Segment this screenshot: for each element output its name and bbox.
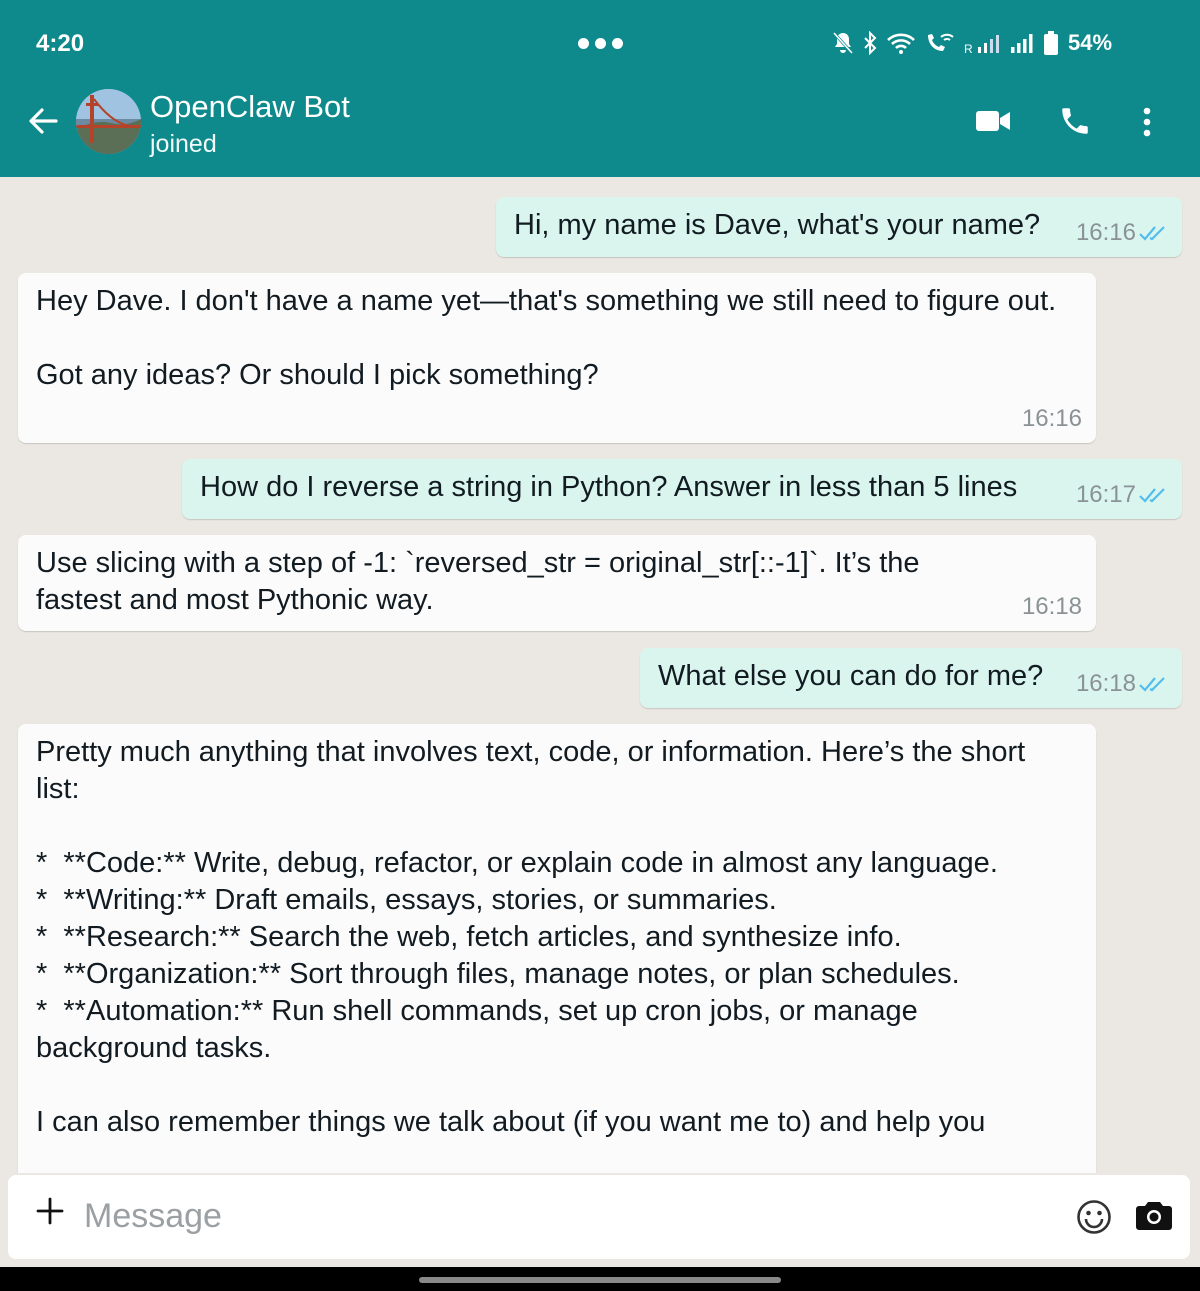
mute-icon <box>832 31 854 55</box>
status-notification-dots <box>578 38 623 49</box>
message-text: Hey Dave. I don't have a name yet—that's… <box>36 285 1057 391</box>
message-time: 16:16 <box>1075 219 1136 246</box>
svg-text:R: R <box>964 42 973 55</box>
outgoing-message[interactable]: How do I reverse a string in Python? Ans… <box>182 459 1182 519</box>
message-time: 16:18 <box>1075 670 1136 697</box>
outgoing-message[interactable]: What else you can do for me? 16:18 <box>640 648 1182 708</box>
message-time: 16:17 <box>1075 481 1136 508</box>
message-meta: 16:18 <box>1076 665 1168 702</box>
status-icons: R 54% <box>832 30 1112 56</box>
message-meta: 16:16 <box>1076 214 1168 251</box>
read-ticks-icon <box>1139 676 1165 692</box>
roaming-signal-icon: R <box>964 35 999 55</box>
battery-icon <box>1044 31 1058 55</box>
read-ticks-icon <box>1139 225 1165 241</box>
bluetooth-icon <box>864 31 877 55</box>
back-arrow-icon[interactable] <box>26 104 60 138</box>
emoji-icon[interactable] <box>1076 1199 1112 1235</box>
video-call-icon[interactable] <box>976 108 1010 134</box>
message-text: Use slicing with a step of -1: `reversed… <box>36 547 928 616</box>
message-composer <box>8 1175 1190 1259</box>
status-time: 4:20 <box>36 30 85 57</box>
battery-percentage: 54% <box>1068 30 1113 55</box>
voice-call-icon[interactable] <box>1058 104 1092 138</box>
message-text: Pretty much anything that involves text,… <box>36 736 1026 1138</box>
chat-area[interactable]: Hi, my name is Dave, what's your name? 1… <box>0 177 1200 1173</box>
incoming-message[interactable]: Pretty much anything that involves text,… <box>18 724 1096 1173</box>
plus-icon[interactable] <box>36 1197 64 1225</box>
message-text: How do I reverse a string in Python? Ans… <box>200 471 1018 503</box>
outgoing-message[interactable]: Hi, my name is Dave, what's your name? 1… <box>496 197 1182 257</box>
more-options-icon[interactable] <box>1140 106 1154 138</box>
signal-icon <box>1011 34 1033 53</box>
camera-icon[interactable] <box>1136 1199 1172 1233</box>
message-time: 16:16 <box>1021 405 1082 432</box>
message-input[interactable] <box>84 1193 984 1239</box>
wifi-calling-icon <box>928 33 954 51</box>
system-navigation-bar <box>0 1267 1200 1291</box>
home-gesture-pill[interactable] <box>419 1277 781 1283</box>
message-meta: 16:18 <box>1022 588 1082 625</box>
top-bar: 4:20 R 54% OpenClaw Bot joined <box>0 0 1200 177</box>
contact-status: joined <box>150 130 217 158</box>
message-meta: 16:16 <box>1022 400 1082 437</box>
contact-name[interactable]: OpenClaw Bot <box>150 89 350 125</box>
message-meta: 16:17 <box>1076 476 1168 513</box>
incoming-message[interactable]: Use slicing with a step of -1: `reversed… <box>18 535 1096 631</box>
wifi-icon <box>887 33 915 54</box>
read-ticks-icon <box>1139 487 1165 503</box>
avatar[interactable] <box>76 89 141 154</box>
message-time: 16:18 <box>1021 593 1082 620</box>
incoming-message[interactable]: Hey Dave. I don't have a name yet—that's… <box>18 273 1096 443</box>
message-text: Hi, my name is Dave, what's your name? <box>514 209 1041 241</box>
